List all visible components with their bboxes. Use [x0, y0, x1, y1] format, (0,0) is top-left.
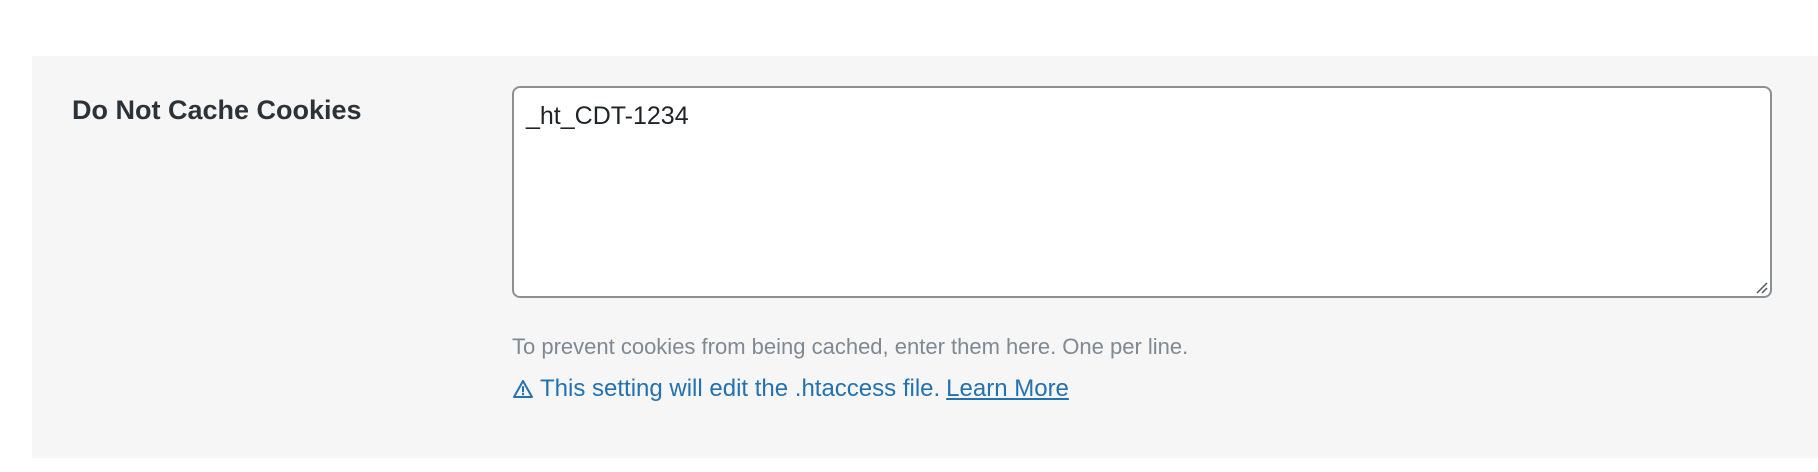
warning-triangle-icon — [512, 378, 534, 400]
resize-handle-icon[interactable] — [1754, 280, 1768, 294]
learn-more-link[interactable]: Learn More — [946, 374, 1069, 404]
htaccess-notice: This setting will edit the .htaccess fil… — [512, 374, 1069, 404]
cookies-textarea-container — [512, 86, 1772, 298]
notice-text: This setting will edit the .htaccess fil… — [540, 375, 941, 402]
help-text: To prevent cookies from being cached, en… — [512, 334, 1189, 359]
do-not-cache-cookies-textarea[interactable] — [514, 88, 1770, 296]
setting-label: Do Not Cache Cookies — [72, 95, 362, 125]
